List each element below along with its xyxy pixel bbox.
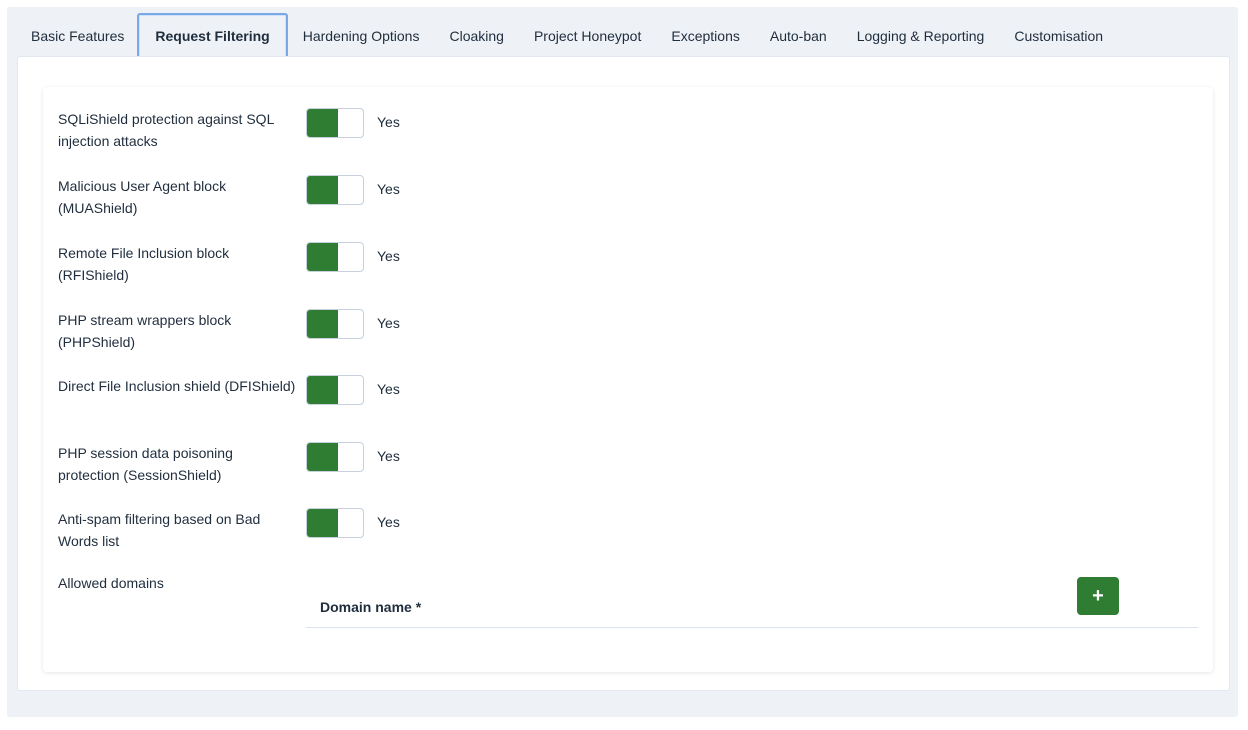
tab-hardening-options[interactable]: Hardening Options: [288, 13, 435, 59]
tab-panel: SQLiShield protection against SQL inject…: [17, 56, 1230, 691]
setting-row-sessionshield: PHP session data poisoning protection (S…: [58, 442, 1198, 492]
setting-row-bad-words: Anti-spam filtering based on Bad Words l…: [58, 508, 1198, 558]
dfishield-toggle[interactable]: [306, 375, 364, 405]
tab-customisation[interactable]: Customisation: [999, 13, 1118, 59]
toggle-on-indicator: [307, 109, 338, 137]
toggle-on-indicator: [307, 243, 338, 271]
tab-cloaking[interactable]: Cloaking: [434, 13, 518, 59]
phpshield-toggle[interactable]: [306, 309, 364, 339]
tab-logging-reporting[interactable]: Logging & Reporting: [842, 13, 1000, 59]
toggle-on-indicator: [307, 443, 338, 471]
toggle-value: Yes: [377, 248, 400, 264]
setting-label: Malicious User Agent block (MUAShield): [58, 178, 227, 216]
setting-row-rfishield: Remote File Inclusion block (RFIShield) …: [58, 242, 1198, 292]
setting-label: PHP stream wrappers block (PHPShield): [58, 312, 232, 350]
tab-project-honeypot[interactable]: Project Honeypot: [519, 13, 656, 59]
setting-label: SQLiShield protection against SQL inject…: [58, 111, 274, 149]
toggle-value: Yes: [377, 114, 400, 130]
setting-row-muashield: Malicious User Agent block (MUAShield) Y…: [58, 175, 1198, 225]
setting-row-phpshield: PHP stream wrappers block (PHPShield) Ye…: [58, 309, 1198, 359]
setting-label: Anti-spam filtering based on Bad Words l…: [58, 511, 261, 549]
tab-basic-features[interactable]: Basic Features: [7, 13, 139, 59]
toggle-on-indicator: [307, 176, 338, 204]
domain-name-column-header: Domain name *: [320, 599, 422, 615]
tab-exceptions[interactable]: Exceptions: [656, 13, 754, 59]
allowed-domains-label: Allowed domains: [58, 575, 164, 591]
setting-row-dfishield: Direct File Inclusion shield (DFIShield)…: [58, 375, 1198, 425]
setting-label: Remote File Inclusion block (RFIShield): [58, 245, 230, 283]
tab-bar: Basic Features Request Filtering Hardeni…: [7, 10, 1118, 62]
rfishield-toggle[interactable]: [306, 242, 364, 272]
toggle-value: Yes: [377, 514, 400, 530]
toggle-value: Yes: [377, 381, 400, 397]
setting-row-sqlishield: SQLiShield protection against SQL inject…: [58, 108, 1198, 158]
toggle-value: Yes: [377, 181, 400, 197]
muashield-toggle[interactable]: [306, 175, 364, 205]
toggle-on-indicator: [307, 310, 338, 338]
sessionshield-toggle[interactable]: [306, 442, 364, 472]
allowed-domains-table: Domain name * +: [306, 577, 1198, 628]
settings-card: SQLiShield protection against SQL inject…: [43, 87, 1213, 672]
settings-frame: Basic Features Request Filtering Hardeni…: [7, 7, 1238, 717]
toggle-on-indicator: [307, 509, 338, 537]
sqlishield-toggle[interactable]: [306, 108, 364, 138]
toggle-value: Yes: [377, 315, 400, 331]
toggle-on-indicator: [307, 376, 338, 404]
add-domain-button[interactable]: +: [1077, 577, 1119, 615]
setting-label: Direct File Inclusion shield (DFIShield): [58, 378, 296, 394]
bad-words-toggle[interactable]: [306, 508, 364, 538]
tab-auto-ban[interactable]: Auto-ban: [755, 13, 842, 59]
setting-label: PHP session data poisoning protection (S…: [58, 445, 233, 483]
toggle-value: Yes: [377, 448, 400, 464]
plus-icon: +: [1092, 584, 1104, 607]
tab-request-filtering[interactable]: Request Filtering: [137, 13, 288, 59]
